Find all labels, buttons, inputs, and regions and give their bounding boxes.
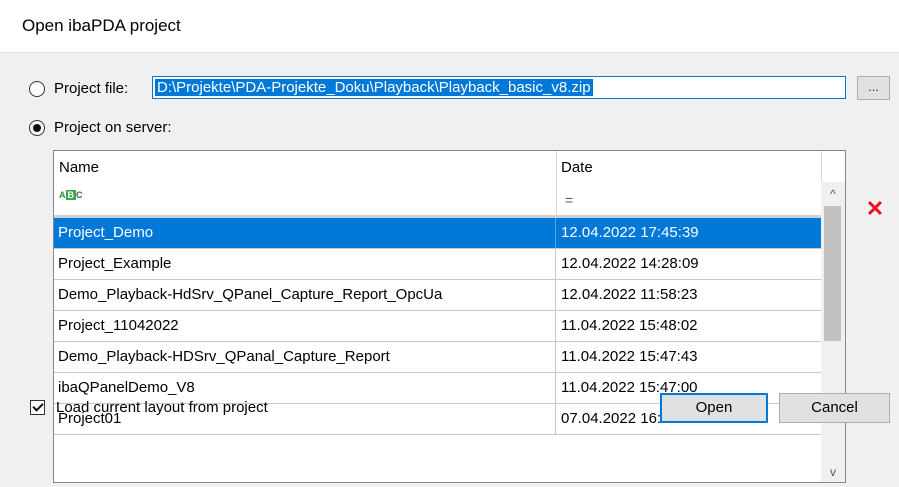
- project-file-radio[interactable]: [29, 81, 45, 97]
- row-name: Demo_Playback-HDSrv_QPanal_Capture_Repor…: [54, 342, 556, 372]
- check-icon: [32, 400, 44, 412]
- filter-row: ABC =: [54, 182, 821, 215]
- title-bar: Open ibaPDA project: [0, 0, 899, 53]
- load-layout-label: Load current layout from project: [56, 399, 268, 416]
- open-button[interactable]: Open: [660, 393, 768, 423]
- table-row[interactable]: Demo_Playback-HdSrv_QPanel_Capture_Repor…: [54, 280, 821, 311]
- row-name: Project_11042022: [54, 311, 556, 341]
- vertical-scrollbar[interactable]: ^ v: [821, 182, 845, 482]
- project-file-input[interactable]: D:\Projekte\PDA-Projekte_Doku\Playback\P…: [152, 76, 846, 99]
- row-date: 12.04.2022 17:45:39: [561, 224, 699, 241]
- row-date: 11.04.2022 15:48:02: [561, 317, 698, 334]
- table-row[interactable]: Project_Example 12.04.2022 14:28:09: [54, 249, 821, 280]
- column-divider: [556, 151, 557, 215]
- window-title: Open ibaPDA project: [22, 16, 181, 35]
- scroll-down-icon[interactable]: v: [821, 462, 845, 482]
- project-server-radio[interactable]: [29, 120, 45, 136]
- scroll-up-icon[interactable]: ^: [821, 184, 845, 204]
- table-row[interactable]: Project_11042022 11.04.2022 15:48:02: [54, 311, 821, 342]
- row-date: 12.04.2022 11:58:23: [561, 286, 698, 303]
- cancel-button[interactable]: Cancel: [779, 393, 890, 423]
- row-name: Project_Example: [54, 249, 556, 279]
- row-date: 11.04.2022 15:47:43: [561, 348, 698, 365]
- row-name: Project_Demo: [54, 218, 556, 248]
- table-row[interactable]: Project_Demo 12.04.2022 17:45:39: [54, 218, 821, 249]
- row-date: 12.04.2022 14:28:09: [561, 255, 699, 272]
- load-layout-checkbox[interactable]: [30, 400, 45, 415]
- scroll-thumb[interactable]: [824, 206, 841, 341]
- date-filter-symbol[interactable]: =: [565, 192, 573, 208]
- table-row[interactable]: Demo_Playback-HDSrv_QPanal_Capture_Repor…: [54, 342, 821, 373]
- dialog-body: Project file: D:\Projekte\PDA-Projekte_D…: [0, 53, 899, 487]
- radio-selected-dot: [33, 124, 41, 132]
- column-header-name[interactable]: Name: [59, 159, 99, 176]
- row-name: Demo_Playback-HdSrv_QPanel_Capture_Repor…: [54, 280, 556, 310]
- column-header-date[interactable]: Date: [561, 159, 593, 176]
- project-server-label: Project on server:: [54, 119, 172, 136]
- project-file-label: Project file:: [54, 80, 129, 97]
- delete-x-icon[interactable]: ✕: [864, 198, 886, 220]
- project-table[interactable]: Name Date ABC = Project_Demo 12.04.2022 …: [53, 150, 846, 483]
- abc-filter-icon[interactable]: ABC: [59, 190, 83, 200]
- table-header: Name Date: [54, 151, 821, 182]
- project-file-path: D:\Projekte\PDA-Projekte_Doku\Playback\P…: [155, 79, 593, 96]
- browse-button[interactable]: ...: [857, 76, 890, 100]
